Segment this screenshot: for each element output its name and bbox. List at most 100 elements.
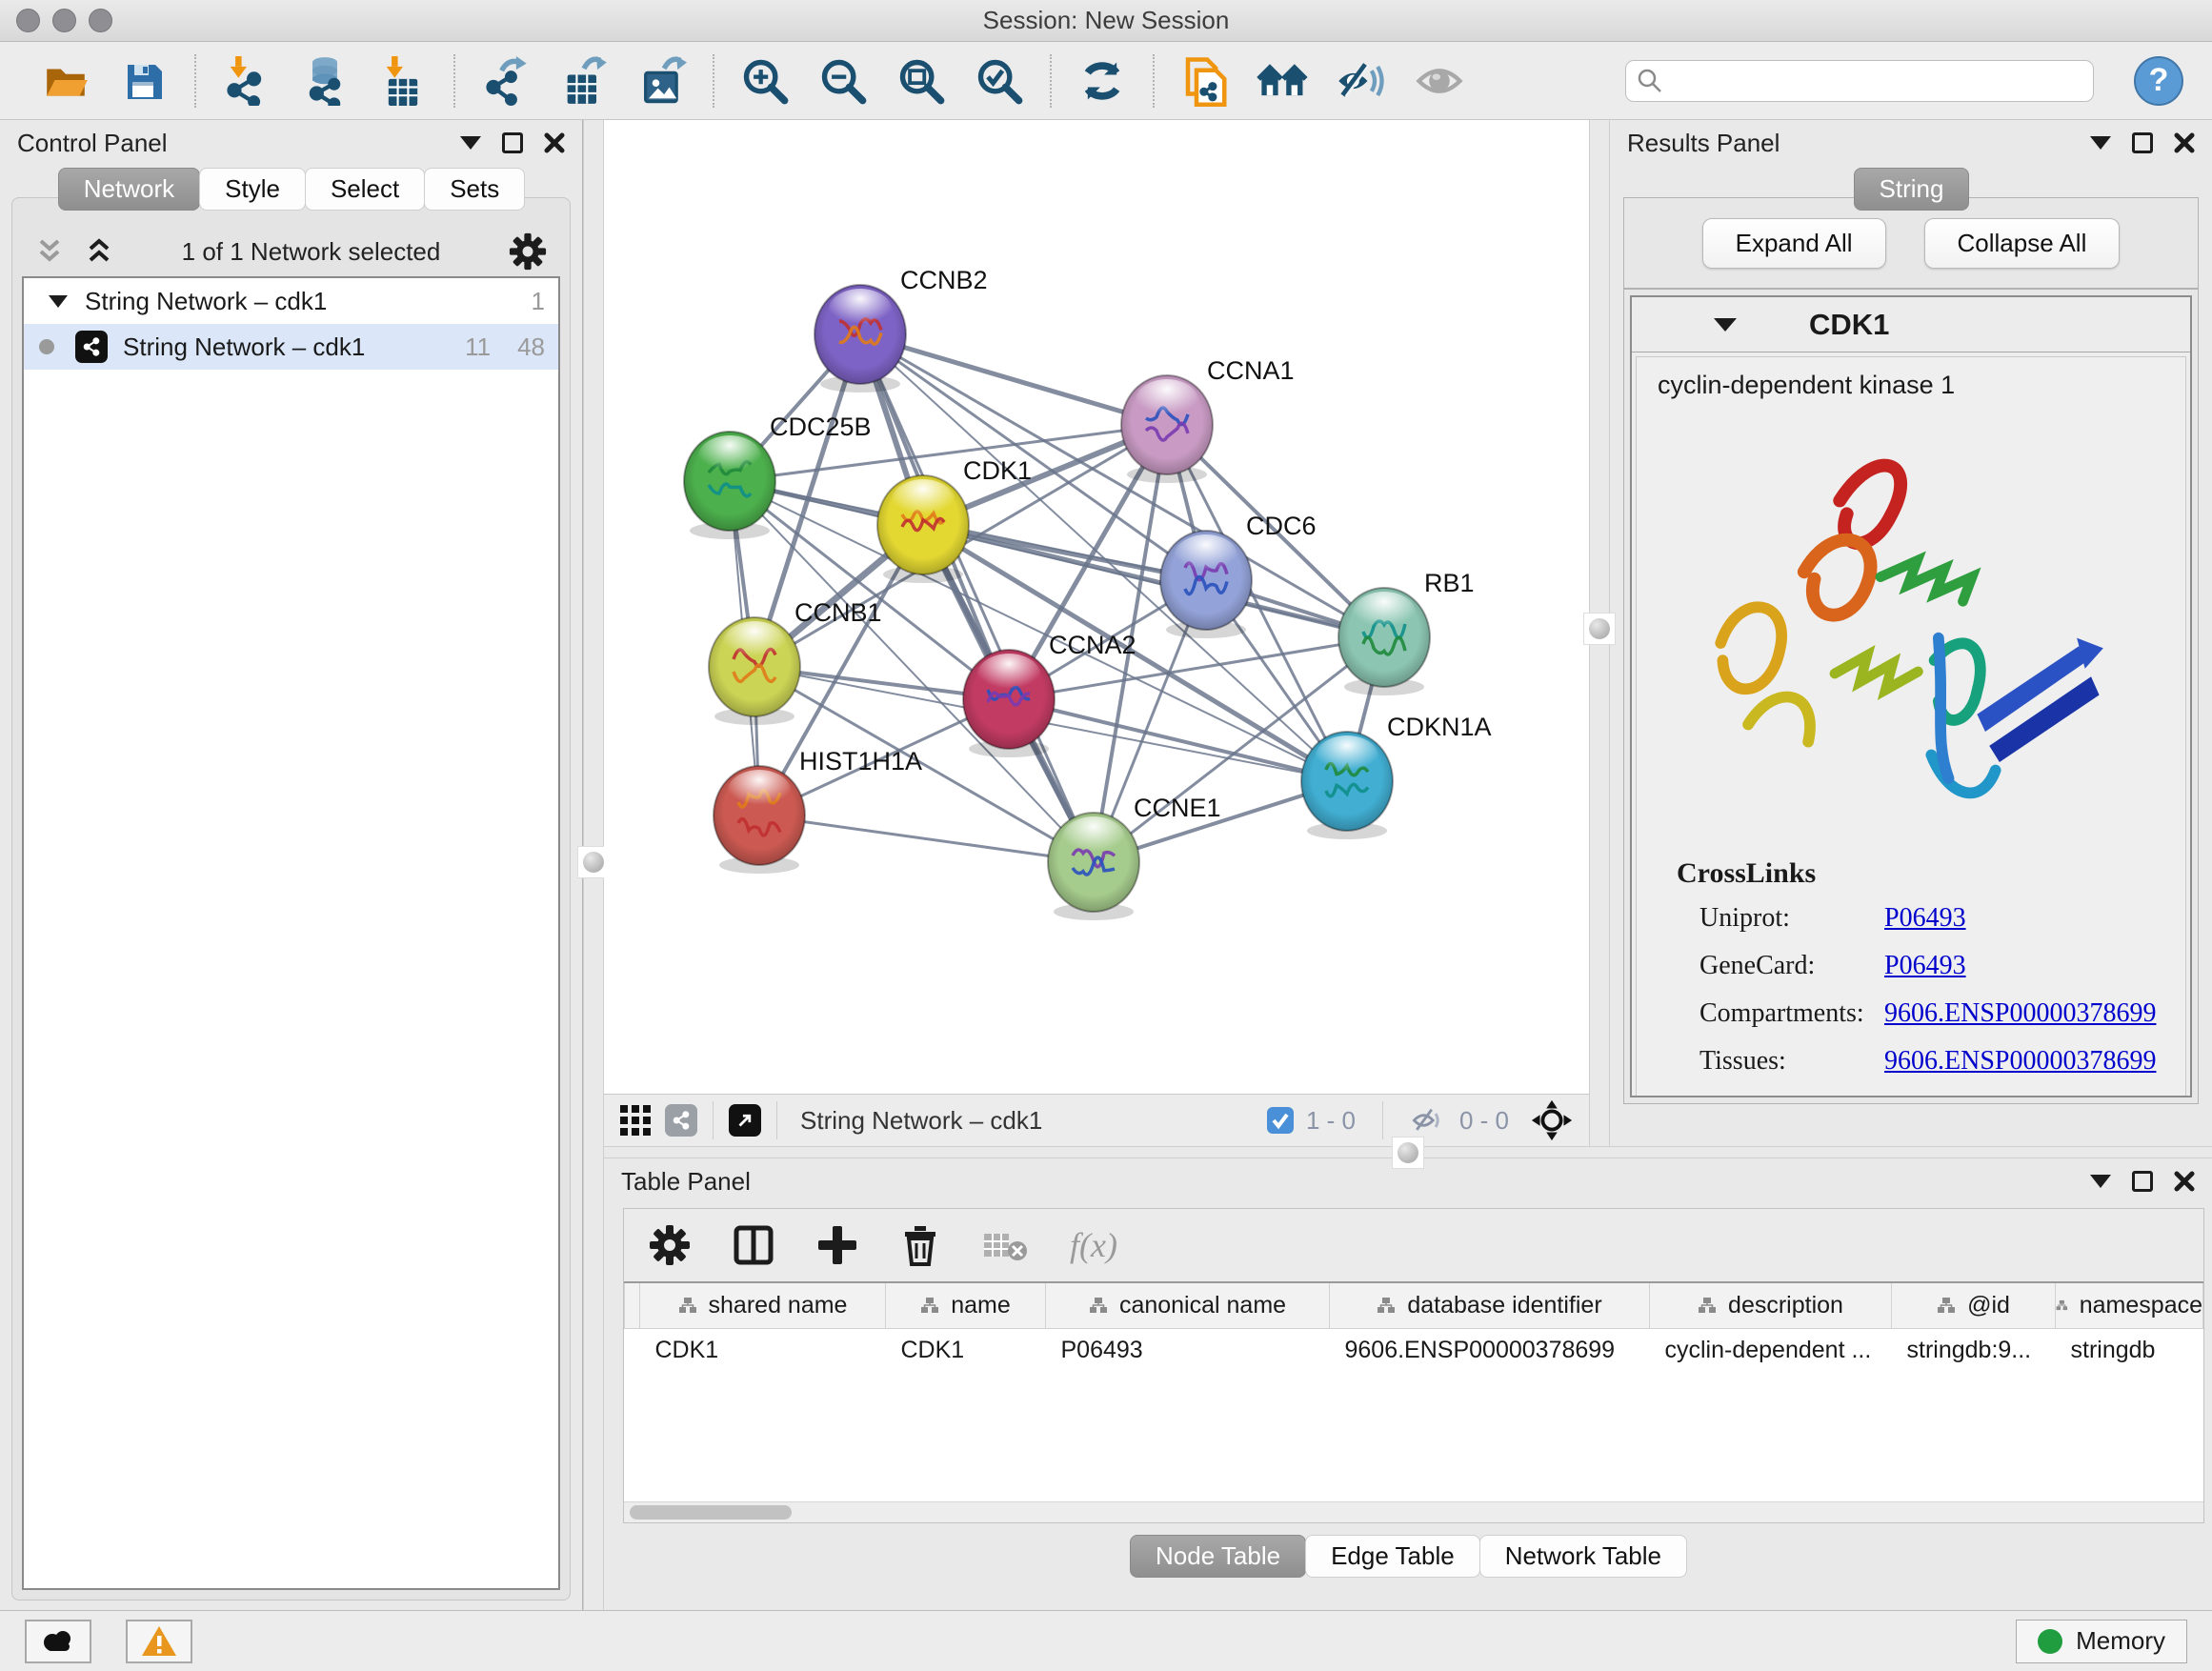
right-splitter[interactable]	[1589, 120, 1610, 1146]
tab-edge-table[interactable]: Edge Table	[1305, 1535, 1480, 1578]
panel-close-icon[interactable]	[2174, 132, 2195, 153]
column-header-namespace[interactable]: namespace	[2056, 1282, 2203, 1328]
network-node-CCNA1[interactable]	[1121, 375, 1213, 483]
crosslink-link[interactable]: 9606.ENSP00000378699	[1884, 1046, 2156, 1077]
detach-view-button[interactable]	[729, 1104, 761, 1137]
export-image-button[interactable]	[634, 53, 690, 109]
show-all-button-disabled[interactable]	[1412, 53, 1467, 109]
expand-all-button[interactable]: Expand All	[1702, 218, 1886, 269]
table-row[interactable]: CDK1CDK1P064939606.ENSP00000378699cyclin…	[625, 1328, 2203, 1372]
panel-maximize-icon[interactable]	[2132, 1171, 2153, 1192]
protein-card-header[interactable]: CDK1	[1632, 297, 2190, 352]
crosshair-icon[interactable]	[1530, 1098, 1574, 1142]
splitter-collapse-handle[interactable]	[1583, 613, 1616, 645]
network-graph[interactable]: CCNB2CCNA1CDC25BCDK1CDC6RB1CCNB1CCNA2CDK…	[604, 120, 1589, 1094]
scrollbar-thumb[interactable]	[630, 1505, 792, 1520]
zoom-out-button[interactable]	[815, 53, 871, 109]
network-type-icon[interactable]	[665, 1104, 697, 1137]
collapse-card-icon[interactable]	[1714, 318, 1737, 332]
tree-expand-icon[interactable]	[49, 295, 68, 308]
panel-close-icon[interactable]	[544, 132, 565, 153]
tab-sets[interactable]: Sets	[424, 168, 525, 211]
panel-float-icon[interactable]	[2090, 136, 2111, 150]
collapse-all-icon[interactable]	[35, 237, 64, 266]
zoom-selected-button[interactable]	[972, 53, 1027, 109]
birds-eye-grid-icon[interactable]	[619, 1104, 652, 1137]
first-neighbors-button[interactable]	[1256, 53, 1311, 109]
network-node-CCNB2[interactable]	[814, 285, 906, 393]
zoom-fit-button[interactable]	[894, 53, 949, 109]
tab-network[interactable]: Network	[58, 168, 200, 211]
panel-maximize-icon[interactable]	[502, 132, 523, 153]
network-edge[interactable]	[759, 815, 1094, 862]
expand-all-icon[interactable]	[85, 237, 113, 266]
table-cell[interactable]: stringdb	[2056, 1328, 2203, 1372]
panel-close-icon[interactable]	[2174, 1171, 2195, 1192]
table-gear-icon[interactable]	[649, 1224, 691, 1266]
tab-string[interactable]: String	[1854, 168, 1970, 211]
network-node-CCNE1[interactable]	[1048, 813, 1139, 920]
tab-style[interactable]: Style	[199, 168, 306, 211]
hide-selected-button[interactable]	[1334, 53, 1389, 109]
horizontal-splitter[interactable]	[604, 1146, 2212, 1158]
zoom-in-button[interactable]	[737, 53, 793, 109]
table-cell[interactable]: cyclin-dependent ...	[1650, 1328, 1892, 1372]
crosslink-link[interactable]: 9606.ENSP00000378699	[1884, 998, 2156, 1029]
export-table-button[interactable]	[556, 53, 612, 109]
collapse-all-button[interactable]: Collapse All	[1924, 218, 2121, 269]
memory-button[interactable]: Memory	[2016, 1620, 2187, 1663]
network-edge[interactable]	[1009, 699, 1347, 781]
network-canvas[interactable]: CCNB2CCNA1CDC25BCDK1CDC6RB1CCNB1CCNA2CDK…	[604, 120, 1589, 1094]
column-header-canonical-name[interactable]: canonical name	[1046, 1282, 1330, 1328]
clone-network-button[interactable]	[1177, 53, 1233, 109]
network-collection-row[interactable]: String Network – cdk1 1	[24, 278, 558, 324]
import-network-database-button[interactable]	[297, 53, 352, 109]
tab-node-table[interactable]: Node Table	[1130, 1535, 1306, 1578]
left-splitter[interactable]	[583, 120, 604, 1610]
splitter-collapse-handle[interactable]	[1392, 1137, 1424, 1169]
panel-float-icon[interactable]	[2090, 1175, 2111, 1188]
crosslink-link[interactable]: P06493	[1884, 903, 1966, 934]
network-node-CDKN1A[interactable]	[1301, 732, 1393, 839]
column-header-database-identifier[interactable]: database identifier	[1330, 1282, 1650, 1328]
network-edge[interactable]	[860, 334, 1167, 425]
network-edge[interactable]	[860, 334, 1094, 862]
hidden-eye-icon[interactable]	[1410, 1104, 1448, 1137]
column-header-name[interactable]: name	[886, 1282, 1046, 1328]
network-node-HIST1H1A[interactable]	[714, 766, 805, 874]
network-node-RB1[interactable]	[1338, 588, 1430, 695]
table-cell[interactable]: CDK1	[640, 1328, 886, 1372]
refresh-view-button[interactable]	[1075, 53, 1130, 109]
open-session-button[interactable]	[38, 53, 93, 109]
delete-column-icon[interactable]	[900, 1224, 940, 1266]
column-header-description[interactable]: description	[1650, 1282, 1892, 1328]
table-horizontal-scrollbar[interactable]	[624, 1501, 2203, 1522]
selected-checkbox-icon[interactable]	[1266, 1106, 1295, 1135]
table-cell[interactable]: 9606.ENSP00000378699	[1330, 1328, 1650, 1372]
cloud-status-button[interactable]	[25, 1620, 91, 1663]
add-column-icon[interactable]	[816, 1224, 858, 1266]
warnings-button[interactable]	[126, 1620, 192, 1663]
column-header--id[interactable]: @id	[1892, 1282, 2056, 1328]
panel-maximize-icon[interactable]	[2132, 132, 2153, 153]
table-cell[interactable]: stringdb:9...	[1892, 1328, 2056, 1372]
tab-network-table[interactable]: Network Table	[1479, 1535, 1687, 1578]
show-columns-icon[interactable]	[733, 1224, 774, 1266]
gear-icon[interactable]	[509, 232, 547, 271]
network-node-CDC25B[interactable]	[684, 432, 775, 539]
import-table-button[interactable]	[375, 53, 431, 109]
crosslink-link[interactable]: P06493	[1884, 1094, 1966, 1097]
import-network-file-button[interactable]	[219, 53, 274, 109]
panel-float-icon[interactable]	[460, 136, 481, 150]
network-node-CCNB1[interactable]	[709, 617, 800, 725]
export-network-button[interactable]	[478, 53, 533, 109]
table-cell[interactable]: P06493	[1046, 1328, 1330, 1372]
network-row-selected[interactable]: String Network – cdk1 11 48	[24, 324, 558, 370]
save-session-button[interactable]	[116, 53, 171, 109]
search-input[interactable]	[1664, 64, 2083, 98]
column-header-shared-name[interactable]: shared name	[640, 1282, 886, 1328]
table-cell[interactable]: CDK1	[886, 1328, 1046, 1372]
tab-select[interactable]: Select	[305, 168, 425, 211]
crosslink-link[interactable]: P06493	[1884, 951, 1966, 981]
help-button[interactable]: ?	[2134, 56, 2183, 106]
